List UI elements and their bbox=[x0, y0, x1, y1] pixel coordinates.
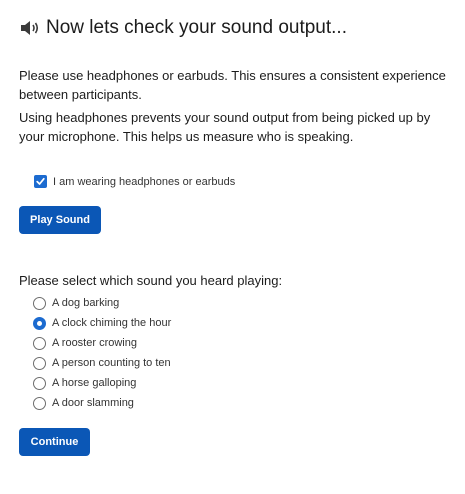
option-label: A dog barking bbox=[52, 297, 120, 309]
sound-question-prompt: Please select which sound you heard play… bbox=[19, 273, 283, 288]
option-label: A person counting to ten bbox=[52, 357, 171, 369]
radio-button[interactable] bbox=[33, 296, 46, 310]
radio-button[interactable] bbox=[33, 376, 46, 390]
sound-option-rooster-crowing[interactable]: A rooster crowing bbox=[33, 333, 171, 353]
headphones-checkbox[interactable] bbox=[34, 175, 47, 188]
radio-button-selected[interactable] bbox=[33, 316, 46, 330]
intro-paragraph-microphone: Using headphones prevents your sound out… bbox=[19, 110, 431, 144]
option-label: A rooster crowing bbox=[52, 337, 137, 349]
radio-button[interactable] bbox=[33, 356, 46, 370]
checkmark-icon bbox=[36, 177, 45, 185]
sound-option-door-slamming[interactable]: A door slamming bbox=[33, 393, 171, 413]
sound-option-clock-chiming[interactable]: A clock chiming the hour bbox=[33, 313, 171, 333]
headphones-checkbox-label: I am wearing headphones or earbuds bbox=[53, 175, 236, 188]
page-title-text: Now lets check your sound output... bbox=[46, 17, 347, 38]
speaker-icon bbox=[21, 21, 39, 35]
headphones-checkbox-row[interactable]: I am wearing headphones or earbuds bbox=[34, 175, 235, 188]
radio-button[interactable] bbox=[33, 336, 46, 350]
radio-button[interactable] bbox=[33, 396, 46, 410]
page-title: Now lets check your sound output... bbox=[19, 16, 347, 40]
sound-options-list: A dog barking A clock chiming the hour A… bbox=[33, 293, 171, 413]
option-label: A door slamming bbox=[52, 397, 134, 409]
play-sound-button[interactable]: Play Sound bbox=[19, 206, 101, 234]
option-label: A horse galloping bbox=[52, 377, 137, 389]
sound-option-person-counting[interactable]: A person counting to ten bbox=[33, 353, 171, 373]
sound-option-dog-barking[interactable]: A dog barking bbox=[33, 293, 171, 313]
option-label: A clock chiming the hour bbox=[52, 317, 172, 329]
intro-paragraph-headphones: Please use headphones or earbuds. This e… bbox=[19, 68, 446, 102]
continue-button[interactable]: Continue bbox=[19, 428, 90, 456]
sound-option-horse-galloping[interactable]: A horse galloping bbox=[33, 373, 171, 393]
